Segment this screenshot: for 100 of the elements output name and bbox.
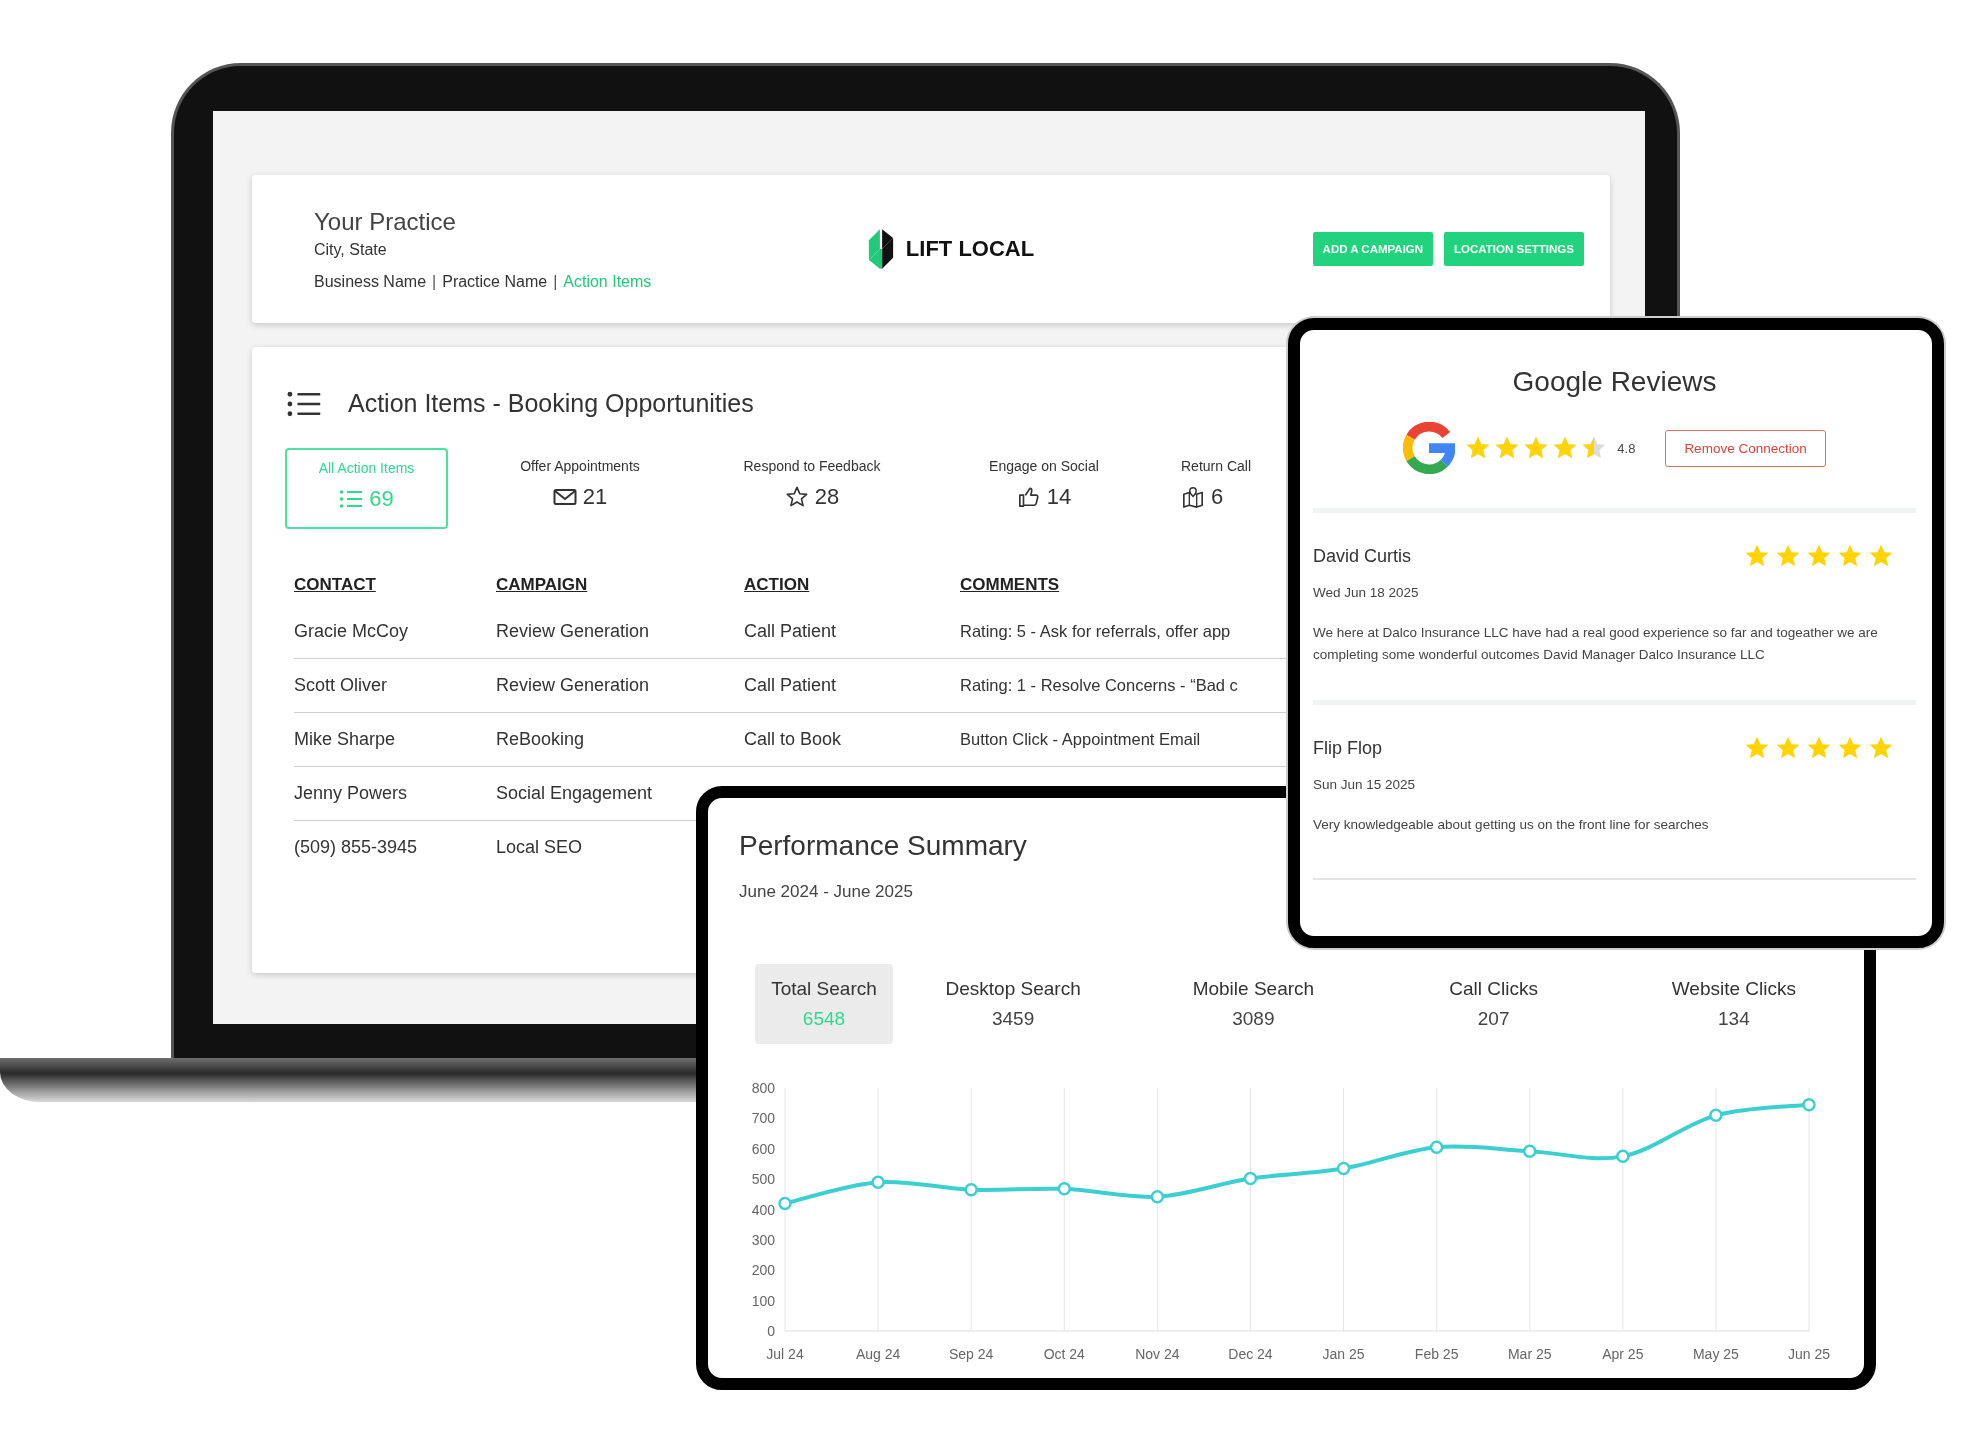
breadcrumb-link[interactable]: Practice Name: [442, 272, 548, 291]
reviewer-name: David Curtis: [1313, 545, 1412, 567]
star-icon: [1494, 435, 1521, 461]
axis-label: Mar 25: [1507, 1346, 1552, 1362]
axis-label: Jun 25: [1788, 1346, 1830, 1362]
axis-label: 100: [751, 1292, 775, 1309]
data-point: [1150, 1190, 1165, 1204]
review-date: Sun Jun 15 2025: [1313, 777, 1417, 792]
filter-tab[interactable]: Return Call 6: [1181, 448, 1252, 529]
table-cell: Call to Book: [744, 729, 842, 750]
table-cell: Call Patient: [744, 621, 837, 642]
star-icon: [1744, 735, 1770, 761]
data-point: [1057, 1182, 1071, 1196]
table-cell: Button Click - Appointment Email: [960, 730, 1201, 749]
table-cell: Call Patient: [744, 675, 837, 696]
star-icon: [1581, 435, 1608, 461]
axis-label: 0: [767, 1323, 775, 1339]
table-cell: ReBooking: [496, 729, 585, 750]
star-icon: [1744, 543, 1770, 569]
table-cell: Mike Sharpe: [294, 729, 396, 750]
review-text: We here at Dalco Insurance LLC have had a real good experience so far and togeather we are completing some wonderful outcomes David Manager Dalco Insurance LLC: [1313, 624, 1879, 664]
practice-name: Your Practice: [314, 207, 457, 236]
star-icon: [1868, 735, 1894, 761]
star-icon: [1523, 435, 1550, 461]
axis-label: Dec 24: [1228, 1346, 1273, 1362]
axis-label: 600: [751, 1140, 775, 1157]
logo-text: LIFT LOCAL: [905, 236, 1035, 262]
filter-tab[interactable]: Respond to Feedback 28: [712, 448, 912, 529]
axis-label: Jul 24: [766, 1346, 804, 1362]
table-cell: Scott Oliver: [294, 675, 388, 696]
rating-value: 4.8: [1617, 440, 1636, 456]
table-cell: Review Generation: [496, 621, 650, 642]
column-header: ACTION: [744, 575, 810, 595]
star-icon: [784, 486, 809, 508]
metric-tab[interactable]: Total Search 6548: [755, 964, 893, 1044]
data-point: [1709, 1108, 1723, 1123]
data-point: [1802, 1097, 1816, 1112]
axis-label: Oct 24: [1043, 1346, 1085, 1362]
table-cell: Social Engagement: [496, 783, 653, 804]
table-cell: Local SEO: [496, 837, 583, 858]
axis-label: 300: [751, 1231, 775, 1248]
table-cell: Jenny Powers: [294, 783, 408, 804]
data-point: [778, 1196, 792, 1211]
filter-tab[interactable]: Offer Appointments 21: [480, 448, 680, 529]
star-icon: [1837, 735, 1863, 761]
remove-connection-button[interactable]: Remove Connection: [1665, 429, 1826, 467]
axis-label: May 25: [1692, 1346, 1739, 1362]
star-icon: [1465, 435, 1492, 461]
data-point: [1429, 1140, 1444, 1154]
data-point: [1336, 1161, 1351, 1176]
metric-tab[interactable]: Mobile Search 3089: [1133, 964, 1374, 1044]
table-cell: Review Generation: [496, 675, 650, 696]
data-point: [1523, 1144, 1537, 1158]
axis-label: 700: [751, 1110, 775, 1127]
date-range: June 2024 - June 2025: [739, 882, 914, 902]
panel-title: Performance Summary: [739, 830, 1028, 862]
section-title: Action Items - Booking Opportunities: [348, 389, 754, 418]
table-cell: (509) 855-3945: [294, 837, 418, 858]
axis-label: Sep 24: [949, 1346, 994, 1362]
star-icon: [1837, 543, 1863, 569]
metric-tab[interactable]: Call Clicks 207: [1373, 964, 1614, 1044]
axis-label: 800: [751, 1080, 775, 1096]
envelope-icon: [552, 486, 577, 508]
metric-tab[interactable]: Desktop Search 3459: [893, 964, 1134, 1044]
axis-label: 200: [751, 1262, 775, 1279]
axis-label: Feb 25: [1414, 1346, 1459, 1362]
data-point: [1243, 1171, 1258, 1186]
breadcrumb-link[interactable]: Business Name: [314, 272, 427, 291]
data-point: [1616, 1149, 1630, 1164]
star-icon: [1868, 543, 1894, 569]
column-header: COMMENTS: [960, 575, 1060, 595]
column-header: CAMPAIGN: [496, 575, 588, 595]
axis-label: Jan 25: [1322, 1346, 1365, 1362]
filter-tab[interactable]: Engage on Social 14: [944, 448, 1144, 529]
axis-label: 500: [751, 1171, 775, 1188]
metric-tab[interactable]: Website Clicks 134: [1613, 964, 1854, 1044]
star-icon: [1552, 435, 1579, 461]
star-icon: [1806, 543, 1832, 569]
breadcrumb-separator: |: [553, 272, 558, 291]
list-icon: [285, 390, 323, 417]
data-point: [871, 1175, 885, 1189]
axis-label: Nov 24: [1135, 1346, 1180, 1362]
data-point: [964, 1183, 978, 1197]
review-text: Very knowledgeable about getting us on the front line for searches: [1313, 816, 1710, 834]
map-pin-icon: [1181, 486, 1205, 508]
axis-label: Apr 25: [1602, 1346, 1644, 1362]
star-icon: [1806, 735, 1832, 761]
practice-location: City, State: [314, 240, 388, 259]
axis-label: Aug 24: [855, 1346, 901, 1362]
star-icon: [1775, 543, 1801, 569]
axis-label: 400: [751, 1201, 775, 1218]
star-icon: [1775, 735, 1801, 761]
google-logo-icon: [1403, 422, 1456, 474]
column-header: CONTACT: [294, 575, 376, 595]
breadcrumb-separator: |: [432, 272, 437, 291]
panel-title: Google Reviews: [1511, 366, 1718, 398]
list-icon: [339, 488, 364, 510]
review-date: Wed Jun 18 2025: [1313, 585, 1420, 600]
table-cell: Rating: 1 - Resolve Concerns - “Bad c: [960, 676, 1238, 695]
thumbs-up-icon: [1016, 486, 1041, 508]
